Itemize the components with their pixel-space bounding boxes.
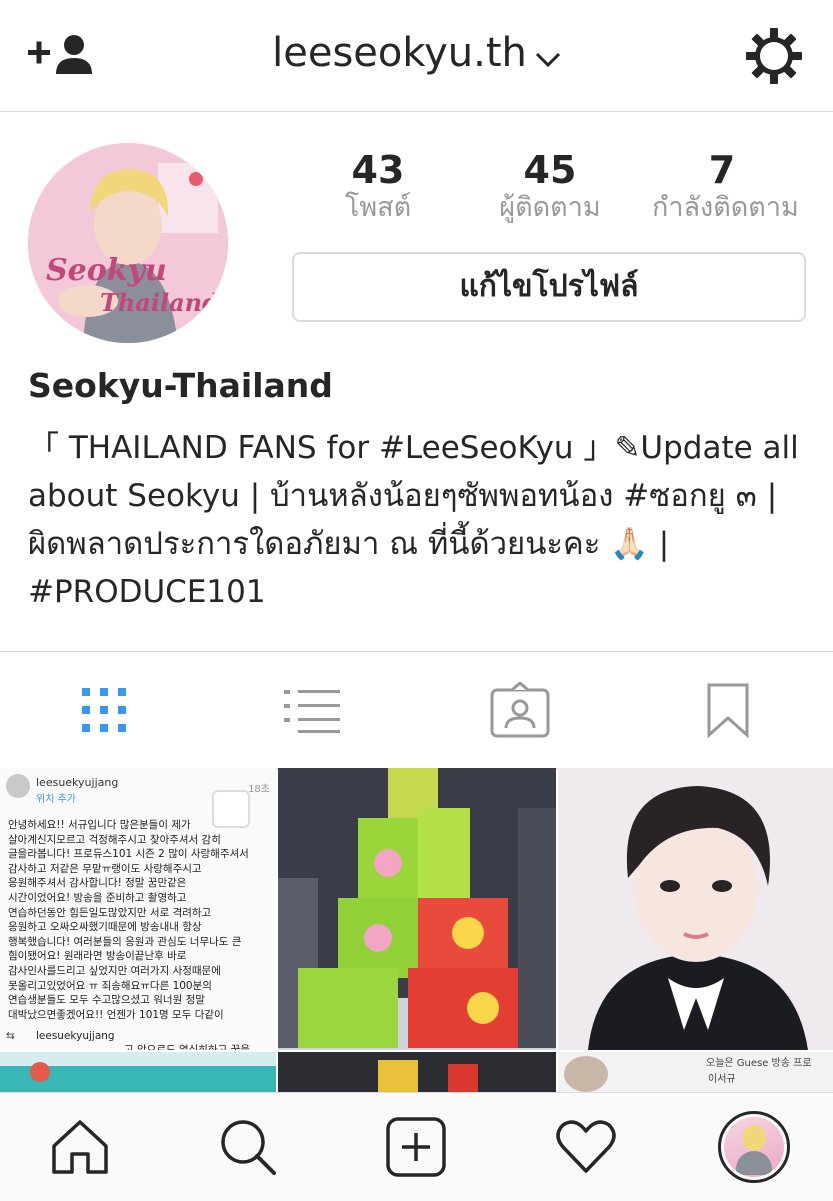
tab-grid[interactable] — [0, 652, 208, 768]
edit-profile-button[interactable]: แก้ไขโปรไฟล์ — [292, 252, 806, 322]
profile-avatar-large[interactable]: Seokyu Thailand — [28, 143, 228, 343]
gear-icon[interactable] — [744, 26, 804, 86]
post-thumbnail[interactable] — [278, 768, 556, 1050]
bottom-navigation — [0, 1092, 833, 1201]
photo-thumbnail — [278, 1052, 556, 1092]
list-icon — [284, 690, 340, 733]
avatar-logo-text-2: Thailand — [100, 288, 219, 317]
post-time: 18초 — [248, 784, 270, 795]
tagged-icon — [490, 682, 550, 738]
home-icon — [52, 1120, 108, 1174]
nav-home[interactable] — [20, 1093, 140, 1201]
posts-count-value: 43 — [351, 148, 405, 192]
photo-thumbnail — [0, 1052, 276, 1092]
post-thumbnail[interactable] — [0, 1052, 276, 1092]
tab-saved[interactable] — [624, 652, 832, 768]
top-header: leeseokyu.th — [0, 0, 833, 112]
tab-list[interactable] — [208, 652, 416, 768]
nav-new-post[interactable] — [356, 1093, 476, 1201]
profile-avatar-image — [724, 1117, 784, 1177]
profile-tabs — [0, 651, 833, 769]
profile-bio: 「 THAILAND FANS for #LeeSeoKyu 」✎Update … — [28, 430, 799, 610]
post-author-avatar — [6, 774, 30, 798]
post-thumbnail[interactable] — [278, 1052, 556, 1092]
post-thumbnail[interactable] — [558, 768, 833, 1050]
grid-icon — [82, 688, 126, 732]
nav-profile[interactable] — [694, 1093, 814, 1201]
thumbnail-face — [564, 1056, 608, 1092]
profile-display-name: Seokyu-Thailand — [28, 366, 333, 405]
snack-display-photo — [278, 768, 556, 1050]
followers-count-value: 45 — [523, 148, 577, 192]
post-caption-text: 안녕하세요!! 서규입니다 많은분들이 제가 살아계신지모르고 걱정해주시고 찾… — [8, 819, 249, 1021]
selfie-photo — [558, 768, 833, 1050]
search-icon — [221, 1120, 276, 1175]
username-label: leeseokyu.th — [272, 30, 527, 76]
thumbnail-caption-1: 오늘은 Guese 방송 프로 — [706, 1058, 812, 1069]
post-thumbnail[interactable]: leesuekyujjang 위치 추가 18초 안녕하세요!! 서규입니다 많… — [0, 768, 276, 1050]
profile-avatar — [718, 1111, 790, 1183]
bookmark-icon — [707, 683, 749, 738]
comment-text: 고 앞으로도 열심히하고 꿈을 — [124, 1044, 250, 1050]
avatar-logo-text-1: Seokyu — [46, 253, 167, 288]
following-count-label: กำลังติดตาม — [652, 192, 799, 223]
following-count-value: 7 — [708, 148, 736, 192]
post-author-name: leesuekyujjang — [36, 776, 119, 789]
profile-username-dropdown[interactable]: leeseokyu.th — [0, 30, 833, 78]
post-thumbnail[interactable]: 오늘은 Guese 방송 프로 이서규 — [558, 1052, 833, 1092]
thumbnail-caption-2: 이서규 — [708, 1074, 736, 1085]
heart-icon — [556, 1120, 616, 1173]
chevron-down-icon — [535, 32, 561, 78]
posts-count[interactable]: 43 โพสต์ — [308, 150, 448, 226]
repost-icon: ⇆ — [6, 1030, 15, 1042]
new-post-icon — [386, 1117, 446, 1177]
nav-activity[interactable] — [526, 1093, 646, 1201]
posts-count-label: โพสต์ — [344, 192, 412, 223]
followers-count-label: ผู้ติดตาม — [499, 192, 601, 223]
nav-search[interactable] — [188, 1093, 308, 1201]
following-count[interactable]: 7 กำลังติดตาม — [652, 148, 799, 226]
tab-tagged[interactable] — [416, 652, 624, 768]
followers-count[interactable]: 45 ผู้ติดตาม — [480, 150, 620, 226]
comment-author: leesuekyujjang — [36, 1030, 115, 1042]
post-location: 위치 추가 — [36, 794, 76, 805]
